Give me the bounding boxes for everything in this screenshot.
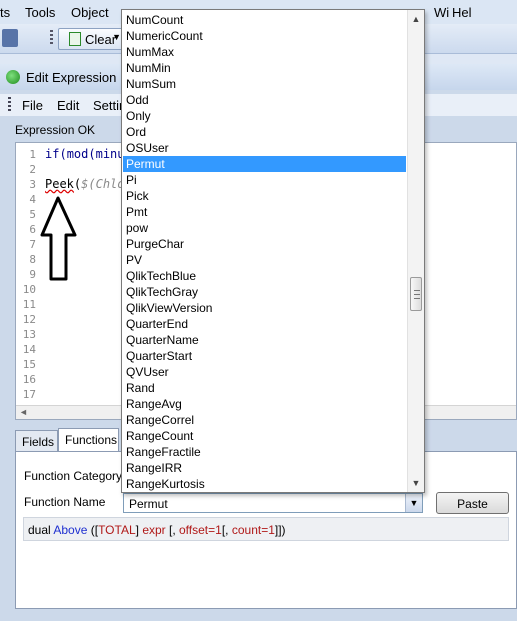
syntax-part: ([ [87, 523, 99, 537]
clear-button[interactable]: Clear ▼ [58, 28, 124, 50]
code-arg: $(Chlo [81, 177, 125, 191]
dialog-menu-edit[interactable]: Edit [57, 98, 79, 113]
syntax-part: expr [142, 523, 166, 537]
menu-item-window-partial[interactable]: Wi [434, 5, 449, 20]
line-number: 4 [29, 193, 36, 206]
dropdown-item[interactable]: PurgeChar [123, 236, 406, 252]
line-number: 5 [29, 208, 36, 221]
menu-item-object[interactable]: Object [71, 5, 109, 20]
dropdown-item[interactable]: NumSum [123, 76, 406, 92]
line-number: 14 [22, 343, 36, 356]
dropdown-vertical-scrollbar[interactable]: ▲ ▼ [407, 10, 424, 492]
toolbar-grip[interactable] [50, 30, 53, 46]
syntax-part: ]]) [274, 523, 286, 537]
menu-item-partial[interactable]: ts [0, 5, 10, 20]
dropdown-item[interactable]: RangeAvg [123, 396, 406, 412]
syntax-part: [, [165, 523, 179, 537]
dropdown-item[interactable]: QuarterStart [123, 348, 406, 364]
code-peek: Peek [45, 177, 74, 191]
syntax-part: [, [221, 523, 232, 537]
dropdown-item[interactable]: RangeCount [123, 428, 406, 444]
line-number: 3 [29, 178, 36, 191]
dropdown-item[interactable]: QVUser [123, 364, 406, 380]
dropdown-item[interactable]: OSUser [123, 140, 406, 156]
dropdown-item[interactable]: Pmt [123, 204, 406, 220]
syntax-part: dual [28, 523, 54, 537]
dropdown-item[interactable]: QlikViewVersion [123, 300, 406, 316]
dropdown-item[interactable]: NumMax [123, 44, 406, 60]
menu-grip[interactable] [8, 97, 11, 113]
scroll-left-icon[interactable]: ◄ [19, 407, 28, 417]
syntax-part: Above [53, 523, 88, 537]
dropdown-item[interactable]: Odd [123, 92, 406, 108]
menu-item-tools[interactable]: Tools [25, 5, 55, 20]
line-number: 6 [29, 223, 36, 236]
line-number: 15 [22, 358, 36, 371]
dropdown-item[interactable]: Pick [123, 188, 406, 204]
dropdown-item[interactable]: QlikTechBlue [123, 268, 406, 284]
function-category-label: Function Category [24, 469, 123, 483]
dropdown-item[interactable]: Only [123, 108, 406, 124]
chevron-down-icon: ▼ [112, 32, 121, 42]
scroll-up-icon[interactable]: ▲ [408, 14, 424, 24]
dropdown-item[interactable]: RangeFractile [123, 444, 406, 460]
line-number: 8 [29, 253, 36, 266]
dialog-title: Edit Expression [26, 70, 117, 85]
dropdown-item[interactable]: QlikTechGray [123, 284, 406, 300]
function-dropdown-list[interactable]: NumCount NumericCount NumMax NumMin NumS… [121, 9, 425, 493]
code-line-3: Peek($(Chlo [45, 177, 125, 191]
line-number-gutter: 1 2 3 4 5 6 7 8 9 10 11 12 13 14 15 16 1… [16, 143, 40, 407]
line-number: 1 [29, 148, 36, 161]
syntax-part: offset=1 [179, 523, 222, 537]
dropdown-item[interactable]: Ord [123, 124, 406, 140]
annotation-arrow-icon [40, 196, 77, 281]
dropdown-item[interactable]: QuarterName [123, 332, 406, 348]
code-if: if( [45, 147, 67, 161]
scroll-down-icon[interactable]: ▼ [408, 478, 424, 488]
dropdown-item[interactable]: QuarterEnd [123, 316, 406, 332]
tab-functions[interactable]: Functions [58, 428, 119, 452]
function-name-label: Function Name [24, 495, 106, 509]
line-number: 16 [22, 373, 36, 386]
menu-item-help-partial[interactable]: Hel [452, 5, 472, 20]
line-number: 7 [29, 238, 36, 251]
dropdown-item-selected[interactable]: Permut [123, 156, 406, 172]
line-number: 12 [22, 313, 36, 326]
function-name-select[interactable]: Permut ▼ [123, 493, 423, 513]
toolbar-icon[interactable] [2, 29, 18, 47]
paste-button[interactable]: Paste [436, 492, 509, 514]
syntax-part: count=1 [231, 523, 275, 537]
line-number: 10 [22, 283, 36, 296]
scrollbar-thumb[interactable] [410, 277, 422, 311]
dropdown-item[interactable]: RangeIRR [123, 460, 406, 476]
chevron-down-icon[interactable]: ▼ [405, 494, 422, 512]
dropdown-item[interactable]: pow [123, 220, 406, 236]
dropdown-item[interactable]: NumMin [123, 60, 406, 76]
line-number: 11 [22, 298, 36, 311]
tab-fields[interactable]: Fields [15, 430, 58, 452]
code-mod: mod [66, 147, 89, 161]
dropdown-item[interactable]: RangeCorrel [123, 412, 406, 428]
code-line-1: if(mod(minut [45, 147, 132, 161]
line-number: 17 [22, 388, 36, 401]
dropdown-item[interactable]: NumCount [123, 12, 406, 28]
dropdown-item[interactable]: Pi [123, 172, 406, 188]
dialog-menu-file[interactable]: File [22, 98, 43, 113]
line-number: 13 [22, 328, 36, 341]
dropdown-item[interactable]: Rand [123, 380, 406, 396]
function-syntax: dual Above ([TOTAL] expr [, offset=1[, c… [23, 517, 509, 541]
dropdown-item[interactable]: RangeKurtosis [123, 476, 406, 492]
syntax-part: TOTAL [98, 523, 136, 537]
line-number: 2 [29, 163, 36, 176]
qlikview-icon [6, 70, 20, 84]
function-name-value: Permut [129, 497, 168, 511]
dropdown-item[interactable]: NumericCount [123, 28, 406, 44]
dropdown-item[interactable]: PV [123, 252, 406, 268]
clear-icon [69, 32, 81, 46]
expression-status: Expression OK [15, 123, 96, 137]
line-number: 9 [29, 268, 36, 281]
